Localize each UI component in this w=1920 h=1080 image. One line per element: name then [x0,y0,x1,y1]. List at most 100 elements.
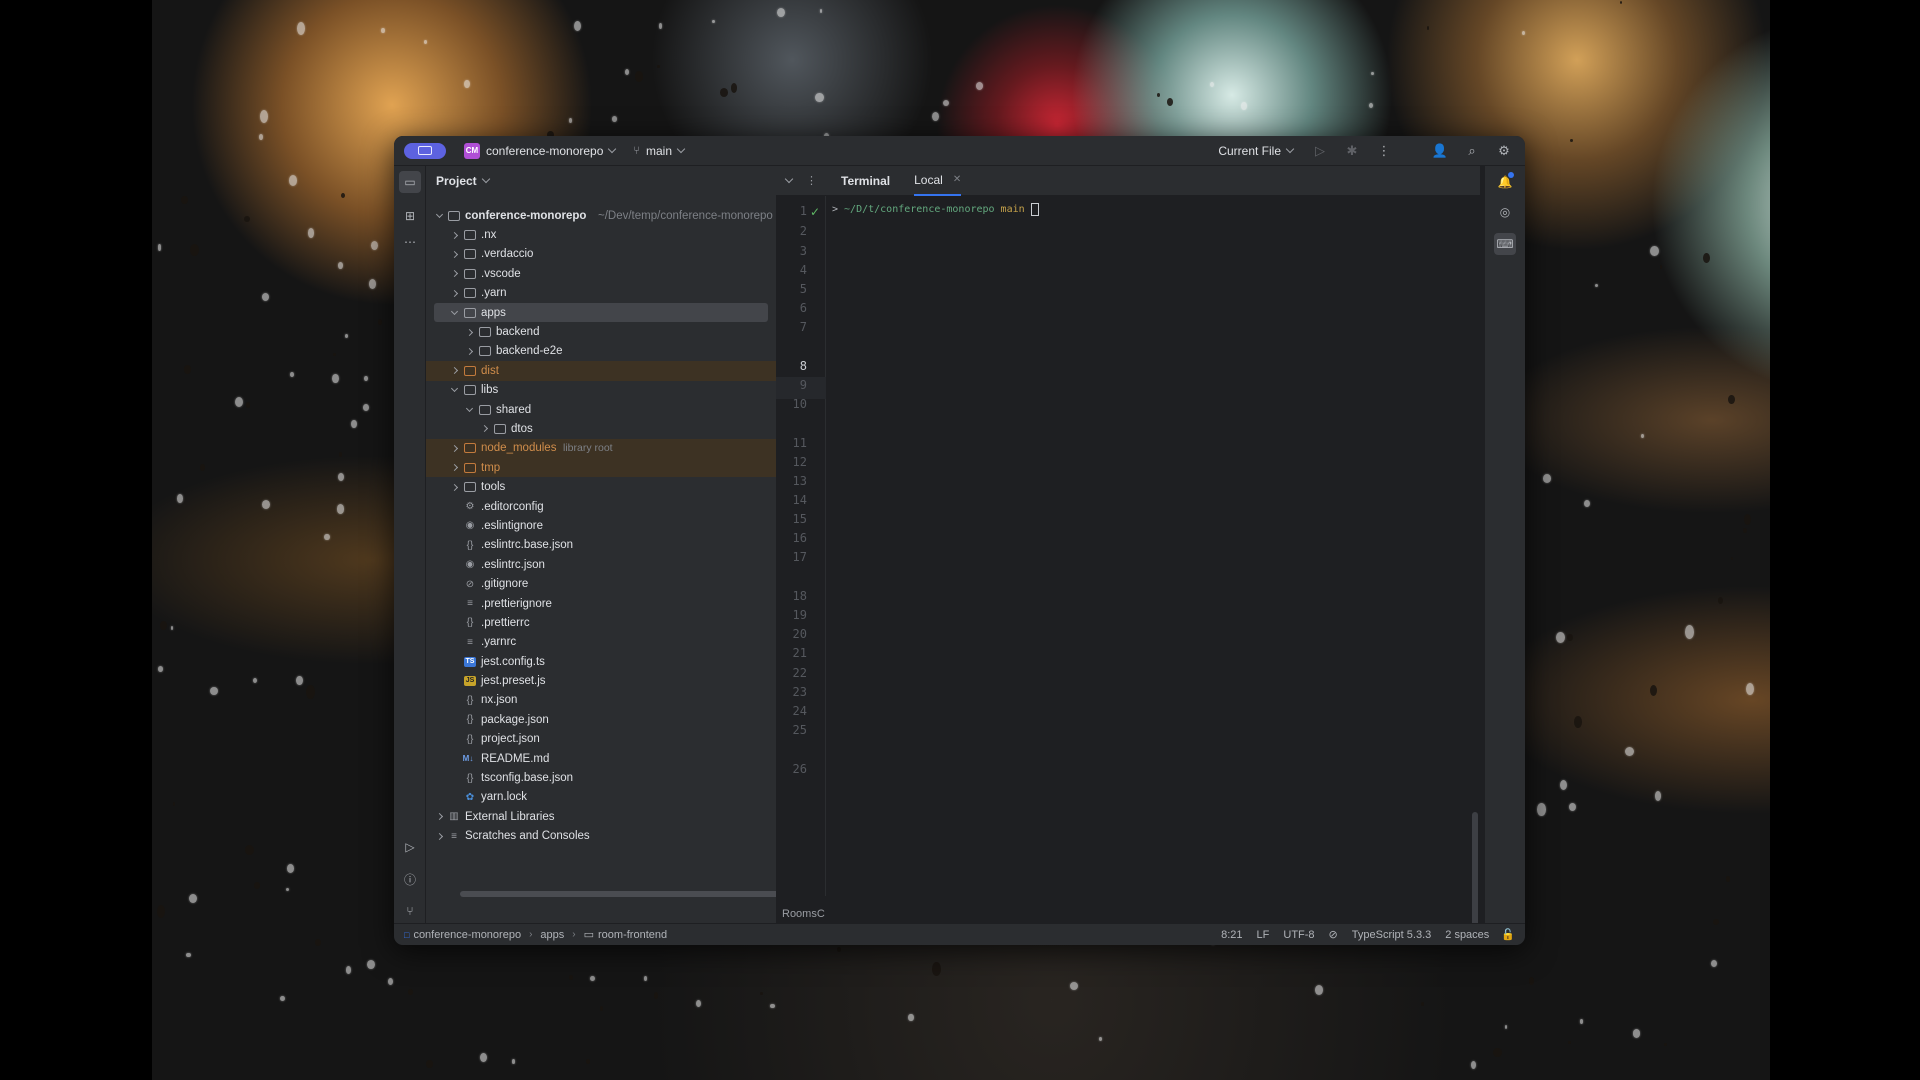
chevron-right-icon [450,483,459,491]
json-file-icon: {} [466,733,474,745]
tree-item[interactable]: {} .prettierrc [426,613,776,632]
tree-item-selected[interactable]: apps [434,302,768,323]
rain-drop [1710,960,1717,968]
tree-item[interactable]: ≡ Scratches and Consoles [426,827,776,846]
tree-item[interactable]: tools [426,477,776,496]
tree-item[interactable]: .verdaccio [426,245,776,264]
rain-drop [770,1004,775,1009]
rain-drop [479,1052,487,1063]
branch-switcher[interactable]: main [646,144,672,158]
tree-item[interactable]: ▥ External Libraries [426,807,776,826]
debug-button[interactable]: ✱ [1339,139,1365,163]
more-actions-button[interactable]: ⋮ [1371,139,1397,163]
tree-item-excluded[interactable]: tmp [426,458,776,478]
tree-item[interactable]: dtos [426,419,776,438]
rain-drop [635,71,643,82]
rain-drop [253,881,261,889]
main-menu-button[interactable] [404,142,446,159]
tree-item[interactable]: backend-e2e [426,342,776,361]
rain-drop [333,352,337,356]
tree-item[interactable]: ✿ yarn.lock [426,788,776,807]
tree-item-excluded[interactable]: node_modules library root [426,438,776,459]
chevron-right-icon [450,250,459,259]
search-button[interactable]: ⌕ [1459,139,1485,163]
problems-tool-button[interactable]: ⓘ [399,868,421,890]
tree-item[interactable]: ◉ .eslintrc.json [426,555,776,574]
tree-item[interactable]: shared [426,400,776,419]
tab-local[interactable]: Local ✕ [914,166,962,196]
chevron-right-icon: › [572,929,576,940]
file-encoding[interactable]: UTF-8 [1283,929,1314,941]
ai-assistant-button[interactable]: ◎ [1494,201,1516,223]
rain-drop [262,500,271,510]
notifications-button[interactable]: 🔔 [1494,171,1516,193]
rain-drop [1625,746,1635,756]
line-separator[interactable]: LF [1257,929,1270,941]
breadcrumb-item[interactable]: apps [540,929,564,941]
tree-item[interactable]: TS jest.config.ts [426,652,776,671]
project-panel-title[interactable]: Project [436,174,477,188]
run-button[interactable]: ▷ [1307,139,1333,163]
tree-item[interactable]: ⊘ .gitignore [426,574,776,593]
folder-icon [464,249,476,260]
vertical-scrollbar[interactable] [1472,812,1478,932]
tree-item[interactable]: {} tsconfig.base.json [426,768,776,787]
rain-drop [369,278,377,289]
rain-drop [1725,875,1731,882]
lock-icon[interactable]: 🔓 [1501,928,1515,941]
tree-item[interactable]: .yarn [426,284,776,303]
code-with-me-button[interactable]: 👤 [1427,139,1453,163]
chevron-right-icon [465,328,474,336]
rain-drop [1684,625,1694,639]
eslint-file-icon: ◉ [465,520,475,532]
line-number: 9 [799,378,807,392]
tree-item[interactable]: M↓ README.md [426,749,776,768]
tree-item[interactable]: {} nx.json [426,691,776,710]
tree-item[interactable]: {} .eslintrc.base.json [426,536,776,555]
horizontal-scrollbar[interactable] [460,891,800,897]
rain-drop [377,319,382,325]
indent-setting[interactable]: 2 spaces [1445,929,1489,941]
run-tool-button[interactable]: ▷ [399,836,421,858]
power-save-icon[interactable]: ⊘ [1329,928,1338,941]
tree-item[interactable]: {} package.json [426,710,776,729]
project-tool-button[interactable]: ▭ [399,171,421,193]
tree-item[interactable]: ⚙ .editorconfig [426,497,776,516]
tree-item[interactable]: .nx [426,225,776,244]
caret-position[interactable]: 8:21 [1221,929,1242,941]
settings-button[interactable]: ⚙ [1491,139,1517,163]
tree-item[interactable]: libs [426,381,776,400]
tree-item[interactable]: ≡ .yarnrc [426,633,776,652]
bottom-label: RoomsC [782,908,825,920]
breadcrumb-item[interactable]: conference-monorepo [413,929,521,941]
notification-dot [1508,172,1514,178]
rain-drop [760,991,763,996]
tree-item[interactable]: ◉ .eslintignore [426,516,776,535]
rain-drop [719,87,729,98]
language-service[interactable]: TypeScript 5.3.3 [1352,929,1432,941]
chevron-down-icon[interactable] [784,174,794,183]
more-tools-button[interactable]: ⋯ [399,231,421,253]
run-config-selector[interactable]: Current File [1218,144,1281,158]
tree-item-label: apps [481,306,506,319]
tree-item-label: libs [481,384,499,397]
tree-item[interactable]: JS jest.preset.js [426,671,776,690]
tree-item-excluded[interactable]: dist [426,361,776,381]
terminal-title: Terminal [841,173,891,188]
tree-item[interactable]: .vscode [426,264,776,283]
tree-item[interactable]: {} project.json [426,730,776,749]
terminal-tool-button[interactable]: ⌨ [1494,233,1516,255]
git-tool-button[interactable]: ⑂ [399,900,421,922]
options-icon[interactable]: ⋮ [806,174,817,187]
close-icon[interactable]: ✕ [953,174,961,185]
structure-tool-button[interactable]: ⊞ [399,205,421,227]
tree-item[interactable]: ≡ .prettierignore [426,594,776,613]
line-number: 19 [792,608,807,622]
breadcrumb-item[interactable]: room-frontend [598,929,667,941]
tree-root[interactable]: conference-monorepo ~/Dev/temp/conferenc… [426,206,776,225]
project-switcher[interactable]: conference-monorepo [486,144,603,158]
rain-drop [1210,82,1215,88]
line-number: 22 [792,666,807,680]
terminal-prompt-line[interactable]: > ~/D/t/conference-monorepo main [832,203,1039,216]
tree-item[interactable]: backend [426,322,776,341]
